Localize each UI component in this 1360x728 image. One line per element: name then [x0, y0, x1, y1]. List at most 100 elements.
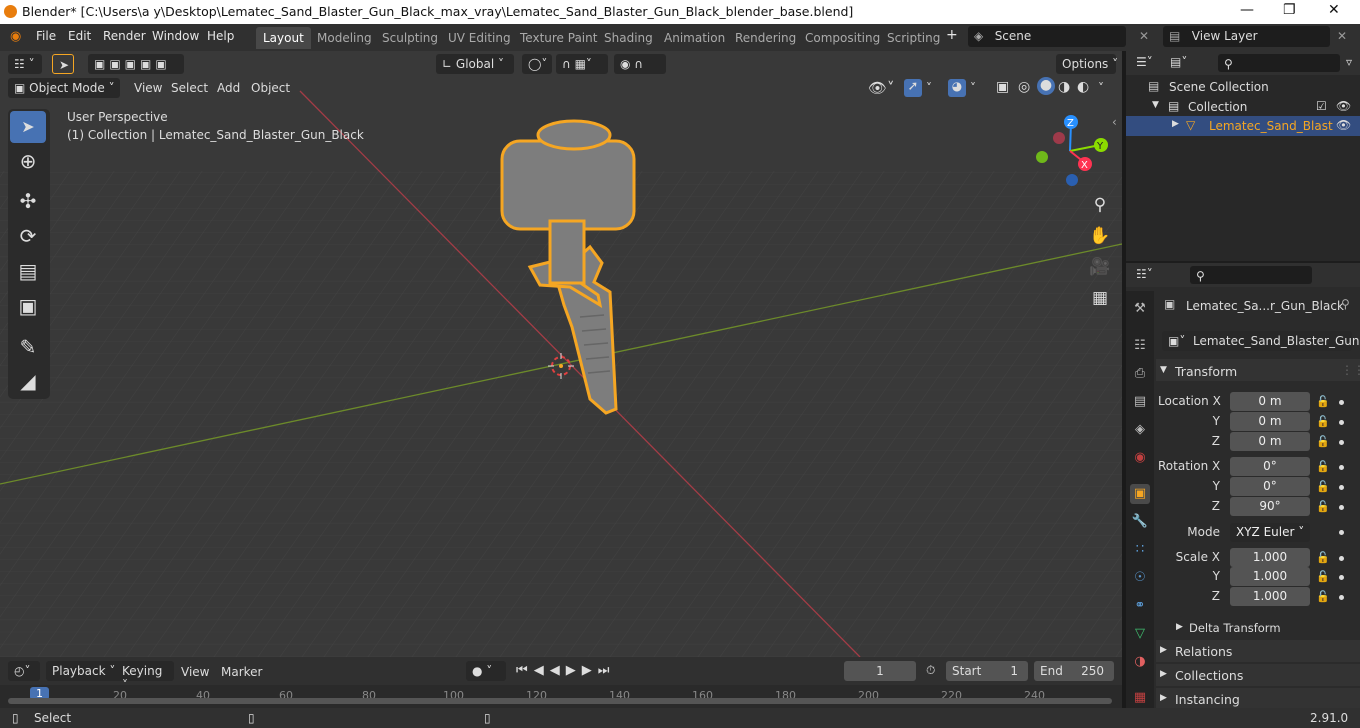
keyframe-dot-icon[interactable]: [1339, 440, 1344, 445]
collection-eye-icon[interactable]: 👁: [1336, 99, 1351, 113]
delta-transform-subpanel[interactable]: Delta Transform: [1189, 621, 1281, 635]
rotation-z-field[interactable]: 90°: [1230, 497, 1310, 516]
lock-icon[interactable]: 🔓: [1316, 500, 1330, 513]
menu-help[interactable]: Help: [207, 29, 234, 43]
measure-tool-icon[interactable]: ◢: [10, 365, 46, 397]
data-tab-icon[interactable]: ▽: [1130, 624, 1150, 644]
tab-layout[interactable]: Layout: [256, 27, 311, 49]
expand-arrow-icon[interactable]: ▼: [1152, 100, 1159, 110]
constraints-tab-icon[interactable]: ⚭: [1130, 596, 1150, 616]
menu-edit[interactable]: Edit: [68, 29, 91, 43]
tab-rendering[interactable]: Rendering: [728, 27, 803, 49]
scene-remove-icon[interactable]: ✕: [1139, 29, 1149, 43]
close-icon[interactable]: ✕: [1328, 2, 1340, 18]
collapse-arrow-icon[interactable]: ▼: [1160, 365, 1167, 375]
pan-hand-icon[interactable]: ✋: [1088, 224, 1112, 248]
solid-shading-icon[interactable]: ●: [1037, 77, 1055, 95]
minimize-icon[interactable]: —: [1240, 2, 1254, 18]
scale-z-field[interactable]: 1.000: [1230, 587, 1310, 606]
expand-arrow-icon[interactable]: ▶: [1160, 669, 1167, 679]
scale-tool-icon[interactable]: ▤: [10, 255, 46, 287]
maximize-icon[interactable]: ❐: [1283, 2, 1296, 18]
timeline-editor-type-icon[interactable]: ◴˅: [8, 661, 40, 681]
3d-viewport[interactable]: ☷ ˅ ➤ ▣▣▣▣▣ ∟ Global ˅ ◯˅ ∩ ▦˅ ◉ ∩ Optio…: [0, 51, 1122, 657]
lock-icon[interactable]: 🔓: [1316, 415, 1330, 428]
scene-selector[interactable]: ◈ Scene: [968, 26, 1126, 47]
transform-orientation-select[interactable]: ∟ Global ˅: [436, 54, 514, 74]
cursor-tool-icon[interactable]: ⊕: [10, 145, 46, 177]
editor-type-button[interactable]: ☷ ˅: [8, 54, 42, 74]
transform-tool-icon[interactable]: ▣: [10, 290, 46, 322]
location-x-field[interactable]: 0 m: [1230, 392, 1310, 411]
properties-search-input[interactable]: ⚲: [1190, 266, 1312, 284]
lock-icon[interactable]: 🔓: [1316, 395, 1330, 408]
location-y-field[interactable]: 0 m: [1230, 412, 1310, 431]
object-datablock-field[interactable]: ▣˅ Lematec_Sand_Blaster_Gun...: [1162, 331, 1360, 351]
tab-shading[interactable]: Shading: [597, 27, 660, 49]
tab-texture-paint[interactable]: Texture Paint: [513, 27, 604, 49]
snap-icon[interactable]: ∩ ▦˅: [556, 54, 608, 74]
expand-arrow-icon[interactable]: ▶: [1160, 645, 1167, 655]
rendered-shading-icon[interactable]: ◐: [1077, 79, 1089, 95]
current-frame-field[interactable]: 1: [844, 661, 916, 681]
menu-add[interactable]: Add: [217, 81, 240, 95]
object-mode-select[interactable]: ▣ Object Mode ˅: [8, 78, 120, 98]
tab-sculpting[interactable]: Sculpting: [375, 27, 445, 49]
menu-view[interactable]: View: [134, 81, 162, 95]
modifier-tab-icon[interactable]: 🔧: [1130, 512, 1150, 532]
end-frame-field[interactable]: End 250: [1034, 661, 1114, 681]
menu-window[interactable]: Window: [152, 29, 199, 43]
proportional-edit-icon[interactable]: ◉ ∩: [614, 54, 666, 74]
timeline-view-menu[interactable]: View: [181, 665, 209, 679]
object-eye-icon[interactable]: 👁: [1336, 118, 1351, 132]
view-layer-tab-icon[interactable]: ▤: [1130, 392, 1150, 412]
rotation-x-field[interactable]: 0°: [1230, 457, 1310, 476]
lock-icon[interactable]: 🔓: [1316, 435, 1330, 448]
display-mode-icon[interactable]: ▤˅: [1170, 55, 1187, 69]
output-tab-icon[interactable]: ⎙: [1130, 364, 1150, 384]
texture-tab-icon[interactable]: ▦: [1130, 688, 1150, 708]
outliner-search-input[interactable]: ⚲: [1218, 54, 1340, 72]
select-box-tool-icon[interactable]: ➤: [52, 54, 74, 74]
xray-toggle-icon[interactable]: ▣: [996, 79, 1009, 95]
keying-menu[interactable]: Keying ˅: [116, 661, 174, 692]
tab-modeling[interactable]: Modeling: [310, 27, 379, 49]
zoom-icon[interactable]: ⚲: [1088, 193, 1112, 217]
tab-uv-editing[interactable]: UV Editing: [441, 27, 518, 49]
outliner-row-object[interactable]: ▶ ▽ Lematec_Sand_Blast 👁: [1126, 116, 1360, 136]
tool-tab-icon[interactable]: ⚒: [1130, 299, 1150, 319]
physics-tab-icon[interactable]: ☉: [1130, 568, 1150, 588]
camera-view-icon[interactable]: 🎥: [1088, 255, 1112, 279]
tab-animation[interactable]: Animation: [657, 27, 732, 49]
keyframe-dot-icon[interactable]: [1339, 575, 1344, 580]
pin-icon[interactable]: ⚲: [1341, 297, 1350, 311]
lock-icon[interactable]: 🔓: [1316, 551, 1330, 564]
keyframe-dot-icon[interactable]: [1339, 556, 1344, 561]
pivot-point-icon[interactable]: ◯˅: [522, 54, 552, 74]
navigation-gizmo[interactable]: Z Y X: [1030, 113, 1112, 191]
menu-render[interactable]: Render: [103, 29, 146, 43]
visibility-icon[interactable]: 👁˅: [868, 79, 895, 97]
scale-x-field[interactable]: 1.000: [1230, 548, 1310, 567]
rotation-mode-select[interactable]: XYZ Euler ˅: [1230, 523, 1310, 542]
expand-arrow-icon[interactable]: ▶: [1172, 119, 1179, 129]
overlay-toggle-icon[interactable]: ◕: [948, 79, 966, 97]
particles-tab-icon[interactable]: ∷: [1130, 540, 1150, 560]
auto-keying-toggle-icon[interactable]: ● ˅: [466, 661, 506, 681]
render-tab-icon[interactable]: ☷: [1130, 336, 1150, 356]
material-tab-icon[interactable]: ◑: [1130, 652, 1150, 672]
outliner-row-scene-collection[interactable]: ▤ Scene Collection: [1126, 77, 1360, 97]
annotate-tool-icon[interactable]: ✎: [10, 331, 46, 363]
perspective-grid-icon[interactable]: ▦: [1088, 286, 1112, 310]
rotate-tool-icon[interactable]: ⟳: [10, 220, 46, 252]
keyframe-dot-icon[interactable]: [1339, 485, 1344, 490]
playback-controls-icons[interactable]: ⏮◀◀▶▶⏭: [516, 663, 615, 678]
outliner-row-collection[interactable]: ▼ ▤ Collection ☑ 👁: [1126, 97, 1360, 117]
keyframe-dot-icon[interactable]: [1339, 505, 1344, 510]
keyframe-dot-icon[interactable]: [1339, 595, 1344, 600]
shading-dropdown-icon[interactable]: ˅: [1098, 81, 1104, 95]
overlay-dropdown-icon[interactable]: ˅: [970, 81, 976, 95]
object-tab-icon[interactable]: ▣: [1130, 484, 1150, 504]
timeline-marker-menu[interactable]: Marker: [221, 665, 262, 679]
expand-arrow-icon[interactable]: ▶: [1160, 693, 1167, 703]
